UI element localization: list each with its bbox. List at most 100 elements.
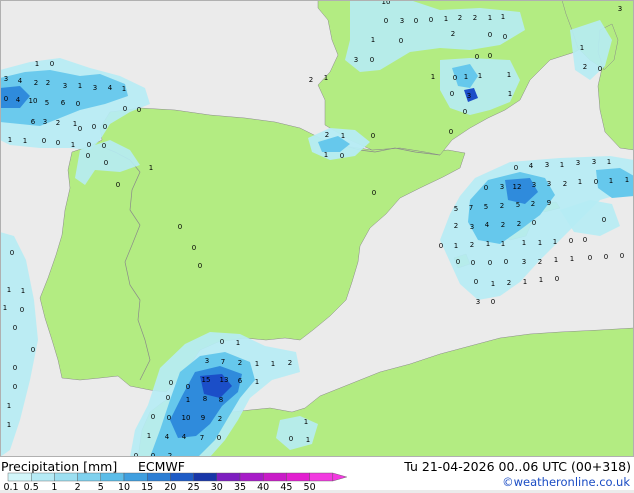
precip-value: 0 <box>178 223 182 231</box>
precip-value: 1 <box>501 240 505 248</box>
precip-value: 0 <box>450 90 454 98</box>
precip-value: 0 <box>340 152 344 160</box>
precip-value: 1 <box>454 242 458 250</box>
precip-value: 0 <box>13 324 17 332</box>
precip-value: 9 <box>547 199 551 207</box>
precip-value: 0 <box>13 364 17 372</box>
precip-value: 7 <box>200 434 204 442</box>
precip-value: 2 <box>325 131 329 139</box>
precip-value: 3 <box>532 181 536 189</box>
legend-tick: 15 <box>141 482 154 493</box>
precip-value: 0 <box>137 106 141 114</box>
precip-value: 3 <box>545 161 549 169</box>
precip-value: 0 <box>414 17 418 25</box>
legend-tick: 25 <box>187 482 200 493</box>
legend-arrow <box>332 472 348 482</box>
precip-value: 0 <box>583 236 587 244</box>
precip-value: 1 <box>324 151 328 159</box>
precip-value: 2 <box>507 279 511 287</box>
precip-value: 2 <box>538 258 542 266</box>
legend-swatch <box>146 472 171 482</box>
legend-swatch <box>263 472 287 482</box>
precip-value: 1 <box>488 14 492 22</box>
precip-value: 3 <box>205 357 209 365</box>
precip-value: 2 <box>501 221 505 229</box>
precip-value: 0 <box>569 237 573 245</box>
precip-value: 1 <box>147 432 151 440</box>
precip-value: 0 <box>429 16 433 24</box>
precip-value: 1 <box>255 360 259 368</box>
precip-value: 0 <box>439 242 443 250</box>
precip-value: 9 <box>201 414 205 422</box>
precip-value: 0 <box>532 219 536 227</box>
precip-value: 0 <box>78 125 82 133</box>
legend-tick: 5 <box>97 482 104 493</box>
precip-value: 3 <box>4 75 8 83</box>
precip-value: 0 <box>76 100 80 108</box>
legend-tick: 40 <box>257 482 270 493</box>
precip-value: 10 <box>29 97 38 105</box>
precip-value: 4 <box>18 77 23 85</box>
precip-value: 4 <box>165 433 170 441</box>
precip-value: 4 <box>485 221 490 229</box>
precip-value: 3 <box>93 84 97 92</box>
precip-value: 6 <box>31 118 36 126</box>
precip-value: 1 <box>73 120 77 128</box>
precip-value: 1 <box>538 239 542 247</box>
legend-tick: 0.5 <box>23 482 39 493</box>
precip-value: 3 <box>522 258 526 266</box>
precip-value: 1 <box>522 239 526 247</box>
precip-value: 0 <box>484 184 488 192</box>
precip-value: 0 <box>463 108 467 116</box>
precip-value: 0 <box>504 258 508 266</box>
precip-value: 1 <box>35 60 39 68</box>
precip-value: 1 <box>371 36 375 44</box>
precip-value: 0 <box>514 164 518 172</box>
legend-swatch <box>286 472 310 482</box>
precip-value: 1 <box>122 85 126 93</box>
precip-value: 4 <box>108 84 113 92</box>
precip-value: 2 <box>34 79 38 87</box>
precip-value: 1 <box>255 378 259 386</box>
precip-value: 3 <box>476 298 480 306</box>
legend-swatch <box>309 472 334 482</box>
precip-value: 1 <box>306 436 310 444</box>
precip-value: 1 <box>523 278 527 286</box>
map-view: 1 0 3 4 2 2 3 1 3 4 1 0 4 10 5 6 0 0 0 6 3 2 1 0 0 0 1 1 0 0 1 0 0 0 0 1 0 0 0… <box>0 0 634 493</box>
precip-value: 0 <box>474 278 478 286</box>
precip-value: 15 <box>202 376 211 384</box>
precip-value: 0 <box>104 159 108 167</box>
precip-value: 1 <box>3 304 7 312</box>
precip-value: 0 <box>456 258 460 266</box>
precip-value: 0 <box>453 74 457 82</box>
precip-value: 1 <box>7 402 11 410</box>
legend-swatch <box>170 472 194 482</box>
precip-value: 0 <box>102 142 106 150</box>
precip-value: 2 <box>288 359 292 367</box>
precip-value: 1 <box>431 73 435 81</box>
precip-value: 1 <box>553 238 557 246</box>
precip-value: 0 <box>602 216 606 224</box>
precip-value: 0 <box>588 254 592 262</box>
footer-bar: Precipitation [mm] ECMWF Tu 21-04-2026 0… <box>0 457 634 490</box>
precip-value: 5 <box>484 203 488 211</box>
precip-value: 0 <box>220 338 224 346</box>
precip-value: 0 <box>370 56 374 64</box>
precip-value: 6 <box>238 377 243 385</box>
legend-tick: 2 <box>74 482 81 493</box>
precip-value: 0 <box>491 298 495 306</box>
precip-value: 0 <box>166 394 170 402</box>
precip-value: 7 <box>469 204 473 212</box>
precip-value: 0 <box>192 244 196 252</box>
precip-value: 2 <box>563 180 567 188</box>
precip-value: 3 <box>470 223 474 231</box>
precip-value: 2 <box>517 220 521 228</box>
precip-value: 0 <box>86 152 90 160</box>
precip-value: 0 <box>488 52 492 60</box>
legend-tick: 20 <box>164 482 177 493</box>
precip-value: 7 <box>221 358 225 366</box>
precip-value: 6 <box>61 99 66 107</box>
precip-value: 3 <box>400 17 404 25</box>
precip-value: 1 <box>78 82 82 90</box>
precip-value: 1 <box>507 71 511 79</box>
